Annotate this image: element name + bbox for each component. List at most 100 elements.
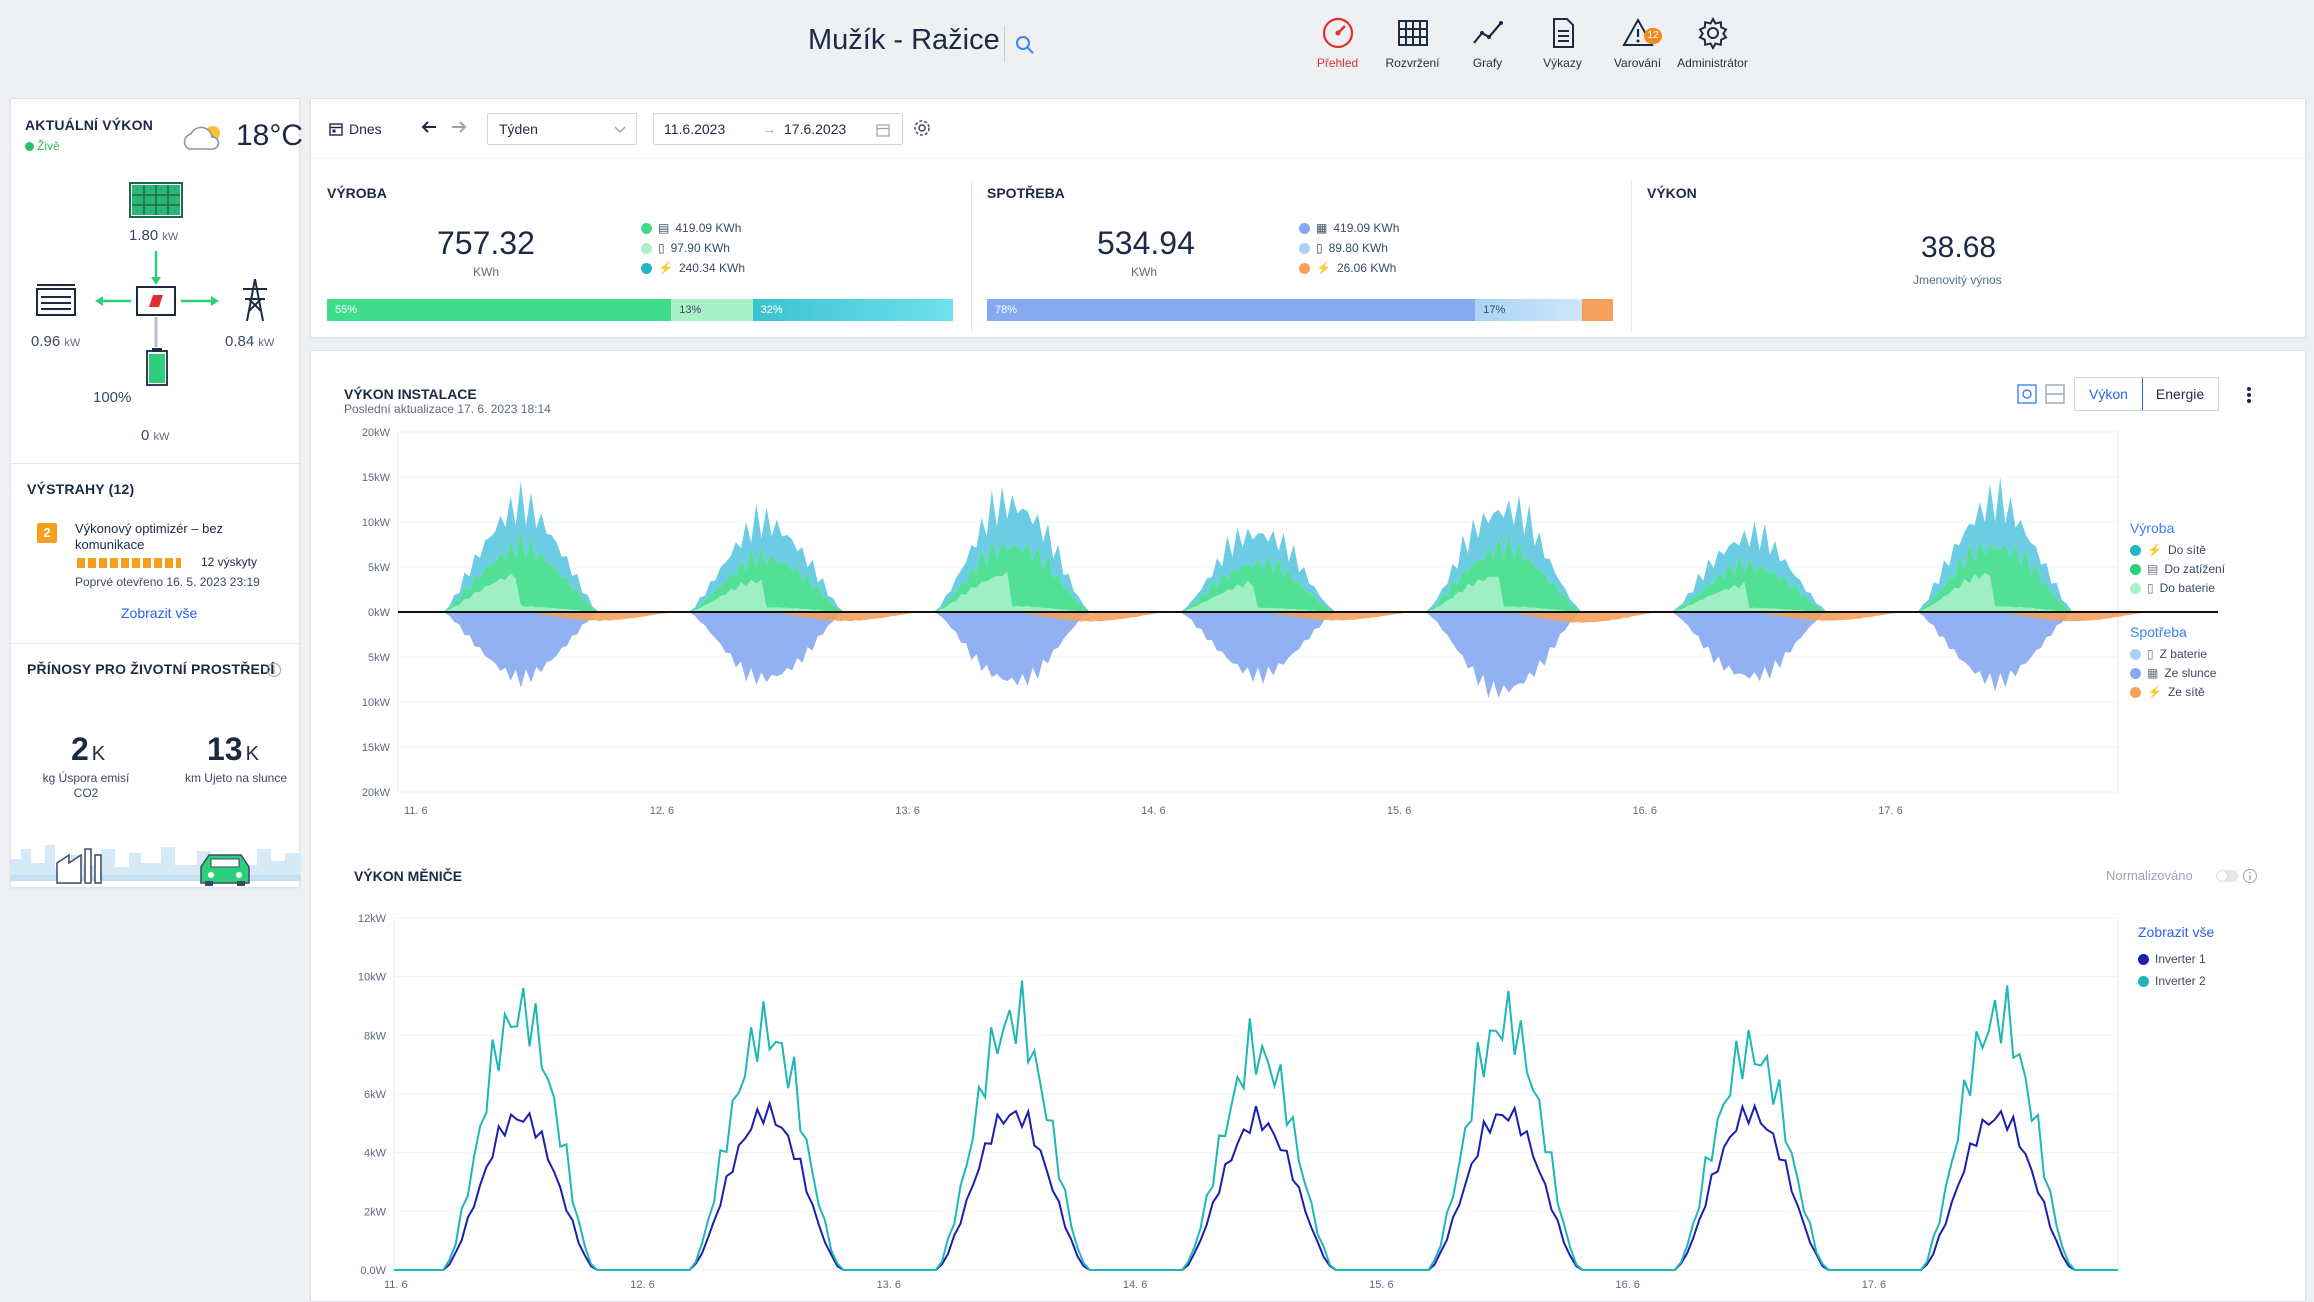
nav-label: Výkazy	[1543, 56, 1582, 70]
production-to-load-area	[889, 541, 1136, 612]
power-title: VÝKON	[1647, 185, 1697, 201]
power-flow-diagram	[36, 182, 267, 386]
settings-button[interactable]	[913, 119, 931, 140]
date-range-picker[interactable]: 11.6.2023 → 17.6.2023	[653, 113, 903, 145]
chart2-title: VÝKON MĚNIČE	[354, 868, 463, 884]
nav-rozvrzeni[interactable]: Rozvržení	[1375, 14, 1450, 70]
y-tick-label: 15kW	[362, 472, 391, 484]
x-tick-label: 14. 6	[1141, 805, 1165, 817]
legend-from-battery[interactable]: ▯ Z baterie	[2130, 647, 2207, 661]
divider	[11, 463, 301, 464]
gauge-icon	[1322, 17, 1353, 49]
legend-label: Z baterie	[2159, 647, 2207, 661]
consumption-value: 534.94	[1097, 225, 1195, 261]
inverter-power-chart[interactable]: 12kW 10kW 8kW 6kW 4kW 2kW 0.0W 11. 6 12. 6 13. 6 1…	[310, 900, 2306, 1302]
alerts-show-all-link[interactable]: Zobrazit vše	[121, 605, 197, 621]
consumption-from-sun-area	[398, 612, 644, 688]
y-tick-label: 5kW	[368, 652, 391, 664]
grid-tower-icon: ⚡	[658, 261, 673, 275]
info-icon[interactable]	[2242, 868, 2258, 884]
nav-administrator[interactable]: Administrátor	[1675, 14, 1750, 70]
info-icon[interactable]	[266, 662, 282, 678]
grid-tower-icon	[243, 278, 267, 322]
production-bar-battery: 13%	[671, 299, 753, 321]
installation-power-chart[interactable]: 20kW 15kW 10kW 5kW 0kW 5kW 10kW 15kW 20kW 11. 6 12…	[310, 420, 2306, 820]
legend-label: Inverter 2	[2155, 974, 2206, 988]
alert-title[interactable]: Výkonový optimizér – bez komunikace	[75, 521, 275, 553]
nav-label: Přehled	[1316, 56, 1359, 70]
series-line-1	[394, 1099, 2118, 1271]
grid-icon	[1397, 20, 1428, 46]
legend-to-grid[interactable]: ⚡ Do sítě	[2130, 543, 2206, 557]
normalized-label: Normalizováno	[2106, 868, 2193, 883]
next-period-button[interactable]	[449, 117, 469, 140]
production-to-grid: ⚡ 240.34 KWh	[641, 261, 745, 275]
km-value: 13 K	[207, 731, 259, 768]
y-tick-label: 20kW	[362, 427, 391, 439]
y-tick-label: 0kW	[368, 607, 391, 619]
today-button[interactable]: Dnes	[329, 121, 382, 137]
legend-from-sun[interactable]: ▦ Ze slunce	[2130, 666, 2216, 680]
battery-icon: ▯	[2147, 647, 2154, 661]
legend-to-battery[interactable]: ▯ Do baterie	[2130, 581, 2215, 595]
production-to-load-area	[398, 530, 644, 612]
environment-title: PŘÍNOSY PRO ŽIVOTNÍ PROSTŘEDÍ	[27, 661, 275, 677]
solar-panel-icon: ▦	[1316, 221, 1328, 235]
solar-power-value: 1.80 kW	[129, 227, 178, 244]
production-to-load: ▤ 419.09 KWh	[641, 221, 741, 235]
car-icon	[200, 854, 250, 886]
nav-label: Administrátor	[1677, 56, 1748, 70]
consumption-row-value: 89.80 KWh	[1328, 241, 1388, 255]
search-icon[interactable]	[1014, 34, 1038, 58]
co2-value: 2K	[71, 731, 105, 768]
city-skyline-illustration	[11, 845, 301, 886]
y-tick-label: 0.0W	[360, 1265, 386, 1277]
consumption-from-sun-area	[1135, 612, 1381, 685]
battery-percent: 100%	[93, 389, 132, 406]
divider	[971, 181, 972, 333]
legend-inverter-2[interactable]: Inverter 2	[2138, 974, 2206, 988]
period-select[interactable]: Týden	[487, 113, 637, 145]
live-status: Živě	[25, 139, 60, 153]
nav-grafy[interactable]: Grafy	[1450, 14, 1525, 70]
consumption-from-sun-area	[1380, 612, 1627, 699]
production-bar-grid: 32%	[752, 299, 953, 321]
normalized-toggle[interactable]	[2216, 870, 2238, 882]
legend-from-grid[interactable]: ⚡ Ze sítě	[2130, 685, 2205, 699]
y-tick-label: 5kW	[368, 562, 391, 574]
nav-vykazy[interactable]: Výkazy	[1525, 14, 1600, 70]
consumption-from-sun-area	[1626, 612, 1873, 682]
battery-icon	[146, 348, 168, 386]
y-tick-label: 20kW	[362, 787, 391, 799]
more-menu-icon[interactable]	[2244, 384, 2254, 406]
page-title: Mužík - Ražice	[808, 24, 1000, 56]
x-tick-label: 17. 6	[1862, 1279, 1886, 1291]
toggle-energy[interactable]: Energie	[2142, 378, 2218, 410]
nav-label: Varování	[1613, 56, 1662, 70]
nav-varovani[interactable]: 12 Varování	[1600, 14, 1675, 70]
legend-inverter-1[interactable]: Inverter 1	[2138, 952, 2206, 966]
prev-period-button[interactable]	[419, 117, 439, 140]
battery-icon: ▯	[1316, 241, 1323, 255]
production-to-load-area	[1872, 540, 2118, 612]
summary-card: Dnes Týden 11.6.2023 → 17.6.2023 VÝROBA …	[310, 98, 2306, 338]
y-tick-label: 2kW	[364, 1206, 387, 1218]
house-icon: ▤	[2147, 562, 2159, 576]
zoom-fit-icon[interactable]	[2016, 383, 2038, 405]
live-label: Živě	[37, 139, 60, 153]
x-tick-label: 13. 6	[877, 1279, 901, 1291]
solar-value: 1.80	[129, 227, 159, 244]
y-tick-label: 8kW	[364, 1030, 387, 1042]
consumption-bar-sun: 78%	[987, 299, 1476, 321]
inverters-show-all-link[interactable]: Zobrazit vše	[2138, 924, 2214, 940]
table-view-icon[interactable]	[2044, 383, 2066, 405]
x-tick-label: 12. 6	[650, 805, 674, 817]
house-icon: ▤	[658, 221, 670, 235]
line-chart-icon	[1472, 21, 1503, 44]
toggle-power[interactable]: Výkon	[2075, 378, 2143, 410]
legend-to-load[interactable]: ▤ Do zatížení	[2130, 562, 2225, 576]
legend-label: Do sítě	[2167, 543, 2206, 557]
nav-prehled[interactable]: Přehled	[1300, 14, 1375, 70]
alert-occurrence-bar	[77, 558, 181, 568]
arrow-right-icon	[452, 121, 467, 133]
